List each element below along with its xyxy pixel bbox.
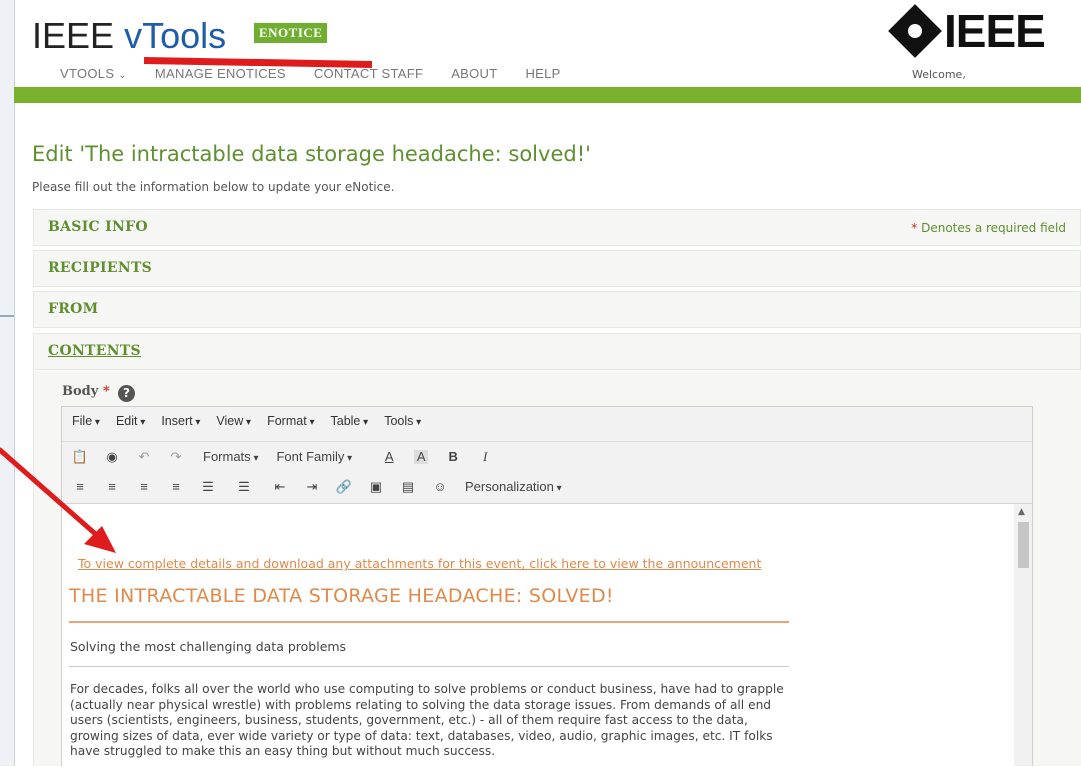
align-justify-icon[interactable]: ≡: [169, 479, 183, 494]
media-icon[interactable]: ▤: [401, 479, 415, 494]
link-icon[interactable]: 🔗: [336, 479, 352, 494]
section-label: BASIC INFO: [48, 219, 148, 235]
scroll-up-icon[interactable]: ▲: [1018, 507, 1025, 517]
formats-dropdown[interactable]: Formats: [203, 449, 258, 464]
content-subheading: Solving the most challenging data proble…: [70, 639, 347, 654]
background-divider: [0, 315, 14, 317]
heading-rule: [69, 621, 789, 623]
menu-edit[interactable]: Edit: [116, 414, 145, 428]
header-green-bar: [14, 87, 1081, 103]
section-label: RECIPIENTS: [48, 260, 153, 276]
logo-product: vTools: [124, 15, 227, 56]
bold-button[interactable]: B: [446, 449, 460, 464]
menu-format[interactable]: Format: [267, 414, 314, 428]
section-contents[interactable]: CONTENTS: [33, 333, 1081, 370]
editor-toolbar-row-1: 📋 ◉ ↶ ↷ Formats Font Family A A B I: [72, 449, 510, 465]
welcome-text: Welcome,: [912, 68, 966, 81]
menu-table[interactable]: Table: [331, 414, 369, 428]
outdent-icon[interactable]: ⇤: [273, 479, 287, 494]
indent-icon[interactable]: ⇥: [305, 479, 319, 494]
menu-tools[interactable]: Tools: [384, 414, 421, 428]
required-field-note: * Denotes a required field: [911, 221, 1066, 235]
toolbar-divider: [62, 441, 1032, 442]
content-paragraph: For decades, folks all over the world wh…: [70, 682, 784, 759]
section-label: CONTENTS: [48, 343, 141, 359]
menu-view[interactable]: View: [216, 414, 251, 428]
italic-button[interactable]: I: [478, 449, 492, 464]
chevron-down-icon: ⌄: [118, 70, 127, 81]
editor-scrollbar[interactable]: ▲: [1014, 504, 1032, 766]
content-heading: THE INTRACTABLE DATA STORAGE HEADACHE: S…: [69, 585, 614, 607]
undo-icon[interactable]: ↶: [137, 449, 151, 464]
font-family-dropdown[interactable]: Font Family: [276, 449, 352, 464]
page-subtitle: Please fill out the information below to…: [32, 180, 395, 194]
help-icon[interactable]: ?: [118, 385, 135, 402]
section-recipients[interactable]: RECIPIENTS: [33, 250, 1081, 287]
nav-item-help[interactable]: HELP: [525, 66, 560, 81]
announcement-link[interactable]: To view complete details and download an…: [78, 556, 761, 571]
emoticon-icon[interactable]: ☺: [433, 479, 447, 494]
annotation-red-arrow: [0, 447, 116, 553]
section-basic-info[interactable]: BASIC INFO * Denotes a required field: [33, 209, 1081, 246]
section-from[interactable]: FROM: [33, 291, 1081, 328]
nav-item-about[interactable]: ABOUT: [451, 66, 497, 81]
logo-prefix: IEEE: [32, 15, 115, 56]
page-title: Edit 'The intractable data storage heada…: [32, 142, 591, 166]
background-color-icon[interactable]: A: [414, 449, 429, 464]
vtools-logo[interactable]: IEEE vTools: [32, 14, 226, 58]
bullet-list-icon[interactable]: ☰: [201, 479, 215, 494]
text-color-icon[interactable]: A: [382, 449, 396, 464]
background-window-edge: [0, 0, 14, 766]
ieee-brand-logo[interactable]: IEEE: [888, 4, 1046, 58]
nav-item-manage-enotices[interactable]: MANAGE ENOTICES: [155, 66, 286, 81]
menu-insert[interactable]: Insert: [161, 414, 200, 428]
main-nav: VTOOLS ⌄ MANAGE ENOTICES CONTACT STAFF A…: [60, 66, 589, 81]
redo-icon[interactable]: ↷: [169, 449, 183, 464]
nav-item-vtools[interactable]: VTOOLS ⌄: [60, 66, 127, 81]
align-right-icon[interactable]: ≡: [137, 479, 151, 494]
personalization-dropdown[interactable]: Personalization: [465, 479, 562, 494]
image-icon[interactable]: ▣: [369, 479, 383, 494]
nav-item-contact-staff[interactable]: CONTACT STAFF: [314, 66, 423, 81]
subheading-rule: [69, 666, 789, 667]
ieee-wordmark: IEEE: [944, 5, 1046, 57]
numbered-list-icon[interactable]: ☰: [237, 479, 251, 494]
section-label: FROM: [48, 301, 99, 317]
editor-menubar: File Edit Insert View Format Table Tools: [72, 414, 437, 428]
enotice-badge: ENOTICE: [254, 23, 328, 43]
editor-toolbar-row-2: ≡ ≡ ≡ ≡ ☰ ☰ ⇤ ⇥ 🔗 ▣ ▤ ☺ Personalization: [73, 479, 580, 495]
menu-file[interactable]: File: [72, 414, 100, 428]
body-field-label: Body *: [62, 384, 110, 399]
scrollbar-thumb[interactable]: [1018, 522, 1029, 568]
ieee-diamond-icon: [888, 4, 942, 58]
